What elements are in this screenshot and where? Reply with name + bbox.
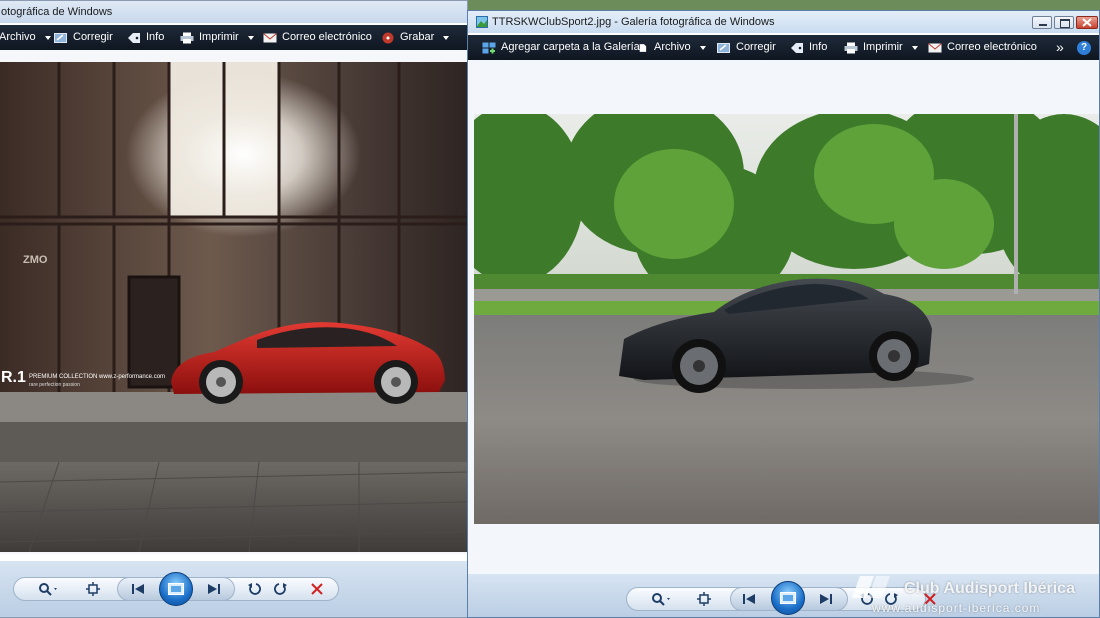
slideshow-icon	[780, 592, 796, 604]
right-zoom-button[interactable]	[648, 590, 676, 608]
right-gallery-window: TTRSKWClubSport2.jpg - Galería fotográfi…	[467, 10, 1100, 618]
file-icon	[639, 43, 647, 52]
edit-icon	[54, 32, 67, 43]
left-toolbar: Archivo Corregir Info Imprimir Correo el…	[0, 25, 467, 50]
right-corregir-button[interactable]: Corregir	[717, 35, 776, 60]
help-button[interactable]: ?	[1077, 35, 1091, 60]
magnifier-icon	[652, 593, 670, 606]
rotate-left-icon	[248, 583, 261, 595]
left-corregir-button[interactable]: Corregir	[54, 25, 113, 50]
left-next-button[interactable]	[203, 580, 225, 598]
close-button[interactable]	[1076, 16, 1098, 29]
next-icon	[820, 594, 832, 604]
left-archivo-label: Archivo	[0, 31, 36, 43]
right-photo-black-tt	[474, 114, 1099, 524]
left-previous-button[interactable]	[127, 580, 149, 598]
toolbar-overflow-button[interactable]: »	[1056, 35, 1064, 60]
right-slideshow-button[interactable]	[771, 581, 805, 615]
close-icon	[1082, 18, 1092, 27]
edit-icon	[717, 42, 730, 53]
add-folder-icon	[482, 42, 496, 53]
right-info-button[interactable]: Info	[790, 35, 827, 60]
left-imprimir-label: Imprimir	[199, 31, 239, 43]
left-grabar-label: Grabar	[400, 31, 435, 43]
chevron-down-icon	[443, 35, 450, 40]
left-email-button[interactable]: Correo electrónico	[263, 25, 372, 50]
left-window-title: otográfica de Windows	[1, 6, 113, 18]
help-icon: ?	[1077, 40, 1091, 55]
maximize-button[interactable]	[1054, 16, 1074, 29]
burn-disc-icon	[382, 32, 394, 43]
printer-icon	[844, 42, 858, 53]
right-fit-button[interactable]	[694, 590, 714, 608]
right-archivo-label: Archivo	[654, 41, 691, 53]
left-title-bar[interactable]: otográfica de Windows	[0, 1, 467, 23]
black-audi-ttrs-image	[474, 114, 1099, 524]
right-info-label: Info	[809, 41, 828, 53]
photo-tagline-text: rare perfection passion	[29, 382, 80, 388]
chevron-down-icon	[44, 35, 51, 40]
right-title-bar[interactable]: TTRSKWClubSport2.jpg - Galería fotográfi…	[468, 11, 1099, 33]
photo-sign-text: ZMO	[23, 254, 48, 266]
red-audi-tt-image	[0, 62, 467, 552]
rotate-right-icon	[274, 583, 287, 595]
left-delete-button[interactable]	[307, 580, 327, 598]
photo-logo-text: R.1	[1, 369, 26, 386]
right-email-label: Correo electrónico	[947, 41, 1037, 53]
club-logo-icon	[852, 576, 890, 598]
left-rotate-left-button[interactable]	[244, 580, 264, 598]
chevron-down-icon	[247, 35, 254, 40]
left-archivo-menu[interactable]: Archivo	[0, 25, 51, 50]
left-info-button[interactable]: Info	[127, 25, 164, 50]
right-toolbar: Agregar carpeta a la Galería Archivo Cor…	[468, 35, 1099, 60]
left-email-label: Correo electrónico	[282, 31, 372, 43]
chevron-down-icon	[699, 45, 706, 50]
right-previous-button[interactable]	[738, 590, 760, 608]
left-info-label: Info	[146, 31, 165, 43]
right-imprimir-menu[interactable]: Imprimir	[844, 35, 918, 60]
previous-icon	[743, 594, 755, 604]
minimize-button[interactable]	[1032, 16, 1052, 29]
left-gallery-window: otográfica de Windows Archivo Corregir I…	[0, 0, 468, 618]
left-image-viewer: R.1 PREMIUM COLLECTION www.z-performance…	[0, 50, 467, 554]
left-photo-red-tt: R.1 PREMIUM COLLECTION www.z-performance…	[0, 62, 467, 552]
next-icon	[208, 584, 220, 594]
left-imprimir-menu[interactable]: Imprimir	[180, 25, 254, 50]
right-window-title: TTRSKWClubSport2.jpg - Galería fotográfi…	[492, 16, 775, 28]
info-tag-icon	[128, 32, 140, 43]
right-image-viewer	[468, 60, 1099, 574]
right-archivo-menu[interactable]: Archivo	[639, 35, 706, 60]
actual-size-icon	[697, 592, 711, 606]
right-email-button[interactable]: Correo electrónico	[928, 35, 1037, 60]
left-fit-button[interactable]	[83, 580, 103, 598]
delete-icon	[311, 583, 323, 595]
right-corregir-label: Corregir	[736, 41, 776, 53]
actual-size-icon	[86, 582, 100, 596]
slideshow-icon	[168, 583, 184, 595]
left-rotate-right-button[interactable]	[271, 580, 291, 598]
previous-icon	[132, 584, 144, 594]
watermark-url: www.audisport-iberica.com	[872, 601, 1041, 615]
chevron-down-icon	[911, 45, 918, 50]
add-folder-button[interactable]: Agregar carpeta a la Galería	[482, 35, 640, 60]
left-grabar-menu[interactable]: Grabar	[381, 25, 450, 50]
add-folder-label: Agregar carpeta a la Galería	[501, 41, 640, 53]
email-icon	[928, 42, 942, 52]
left-zoom-button[interactable]	[35, 580, 63, 598]
info-tag-icon	[791, 42, 803, 53]
printer-icon	[180, 32, 194, 43]
photo-collection-text: PREMIUM COLLECTION www.z-performance.com	[29, 374, 166, 380]
left-slideshow-button[interactable]	[159, 572, 193, 606]
magnifier-icon	[39, 583, 57, 596]
left-control-bar	[0, 561, 467, 617]
left-corregir-label: Corregir	[73, 31, 113, 43]
right-next-button[interactable]	[815, 590, 837, 608]
right-imprimir-label: Imprimir	[863, 41, 903, 53]
watermark-title: Club Audisport Ibérica	[904, 580, 1075, 597]
gallery-app-icon	[476, 16, 488, 28]
email-icon	[263, 32, 277, 42]
